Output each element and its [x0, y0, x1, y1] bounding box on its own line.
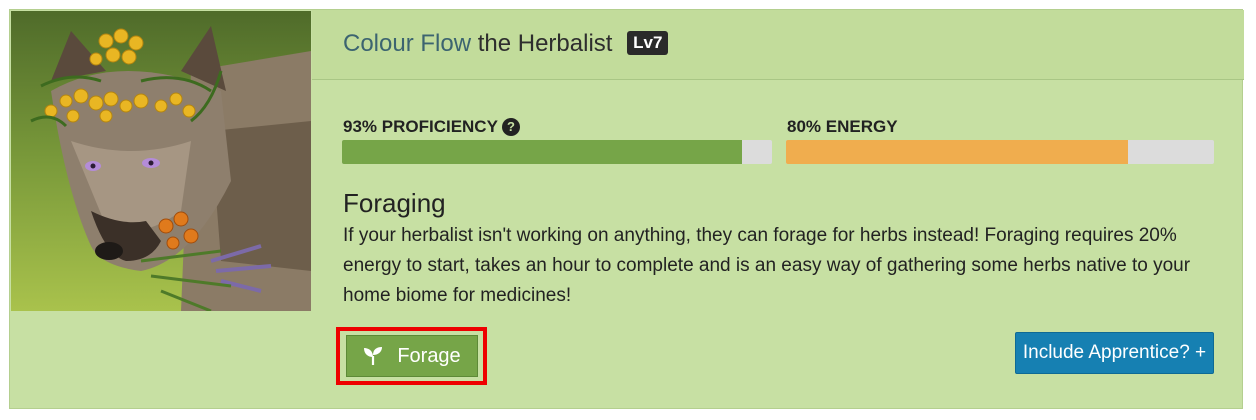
proficiency-bar-fill: [342, 140, 742, 164]
proficiency-label: 93% PROFICIENCY: [343, 117, 498, 136]
section-title: Foraging: [343, 188, 446, 218]
seedling-icon: [364, 347, 383, 365]
herbalist-portrait: [11, 11, 311, 311]
forage-button-label: Forage: [397, 344, 461, 367]
proficiency-bar: [342, 140, 772, 164]
question-circle-icon[interactable]: ?: [501, 118, 520, 136]
herbalist-title: Colour Flow the Herbalist Lv7: [343, 30, 669, 58]
energy-label: 80% ENERGY: [787, 117, 898, 136]
energy-bar-fill: [786, 140, 1129, 164]
forage-button[interactable]: Forage: [346, 335, 478, 377]
proficiency-label-row: 93% PROFICIENCY?: [343, 117, 520, 137]
foraging-description: If your herbalist isn't working on anyth…: [343, 225, 1191, 306]
herbalist-role: the Herbalist: [477, 30, 613, 57]
herbalist-name-link[interactable]: Colour Flow: [343, 30, 471, 57]
energy-bar: [786, 140, 1214, 164]
include-apprentice-button[interactable]: Include Apprentice? +: [1015, 332, 1214, 374]
card-header: Colour Flow the Herbalist Lv7: [312, 10, 1244, 80]
level-badge: Lv7: [627, 31, 669, 55]
